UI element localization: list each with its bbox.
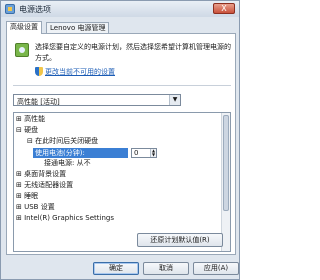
battery-minutes-value: 0 [134,149,139,157]
collapse-icon[interactable]: ⊟ [27,137,33,145]
tree-item-usb-settings[interactable]: ⊞ USB 设置 [16,202,55,213]
tree-item-plugged-in: 接通电源: 从不 [44,158,91,169]
tree-item-turn-off-hard-disk-after[interactable]: ⊟ 在此时间后关闭硬盘 [27,136,98,147]
spinner-icon[interactable]: ▲ ▼ [150,149,156,157]
expand-icon[interactable]: ⊞ [16,214,22,222]
tree-item-label: 高性能 [24,115,46,123]
battery-minutes-input[interactable]: 0 ▲ ▼ [131,148,157,158]
expand-icon[interactable]: ⊞ [16,192,22,200]
battery-minutes-label[interactable]: 使用电池(分钟): [33,148,128,158]
panel-description: 选择您要自定义的电源计划，然后选择您希望计算机管理电源的方式。 [35,43,231,62]
tree-item-label: 接通电源: 从不 [44,159,91,167]
tree-item-desktop-background[interactable]: ⊞ 桌面背景设置 [16,169,66,180]
tree-item-label: Intel(R) Graphics Settings [24,214,115,222]
settings-tree: ⊞ 高性能 ⊟ 硬盘 ⊟ 在此时间后关闭硬盘 接通电源: 从不 ⊞ 桌面背景设置… [13,112,231,252]
expand-icon[interactable]: ⊞ [16,181,22,189]
shield-icon [35,67,43,76]
close-button[interactable]: X [213,3,235,14]
advanced-settings-panel: 选择您要自定义的电源计划，然后选择您希望计算机管理电源的方式。 更改当前不可用的… [6,33,236,255]
tree-item-label: USB 设置 [24,203,55,211]
tree-item-hard-disk[interactable]: ⊟ 硬盘 [16,125,38,136]
apply-button[interactable]: 应用(A) [193,262,239,275]
ok-button[interactable]: 确定 [93,262,139,275]
tree-item-high-performance[interactable]: ⊞ 高性能 [16,114,45,125]
tree-scrollbar[interactable] [221,113,230,251]
power-options-window: 电源选项 X 高级设置 Lenovo 电源管理 选择您要自定义的电源计划，然后选… [0,0,240,280]
power-plan-select[interactable]: 高性能 [活动] ▼ [13,94,181,106]
change-unavailable-settings-link[interactable]: 更改当前不可用的设置 [45,67,115,77]
tab-advanced-settings[interactable]: 高级设置 [6,21,42,34]
tree-item-sleep[interactable]: ⊞ 睡眠 [16,191,38,202]
expand-icon[interactable]: ⊞ [16,203,22,211]
tree-item-label: 在此时间后关闭硬盘 [35,137,99,145]
restore-plan-defaults-button[interactable]: 还原计划默认值(R) [137,233,223,247]
cancel-button[interactable]: 取消 [143,262,189,275]
collapse-icon[interactable]: ⊟ [16,126,22,134]
tree-item-label: 桌面背景设置 [24,170,67,178]
power-plan-select-value: 高性能 [活动] [17,98,60,106]
tree-item-label: 无线适配器设置 [24,181,74,189]
divider [13,85,231,86]
tree-item-label: 睡眠 [24,192,39,200]
title-bar: 电源选项 X [1,1,239,17]
tree-item-intel-graphics[interactable]: ⊞ Intel(R) Graphics Settings [16,213,114,224]
tab-lenovo-power-management[interactable]: Lenovo 电源管理 [46,22,110,33]
chevron-down-icon[interactable]: ▼ [169,95,180,105]
tree-item-wireless-adapter[interactable]: ⊞ 无线适配器设置 [16,180,73,191]
power-plan-icon [15,43,29,57]
expand-icon[interactable]: ⊞ [16,115,22,123]
tab-strip: 高级设置 Lenovo 电源管理 [6,21,236,34]
tree-item-label: 硬盘 [24,126,39,134]
expand-icon[interactable]: ⊞ [16,170,22,178]
scrollbar-thumb[interactable] [223,115,229,211]
window-title: 电源选项 [19,5,51,14]
power-options-icon [5,4,15,14]
